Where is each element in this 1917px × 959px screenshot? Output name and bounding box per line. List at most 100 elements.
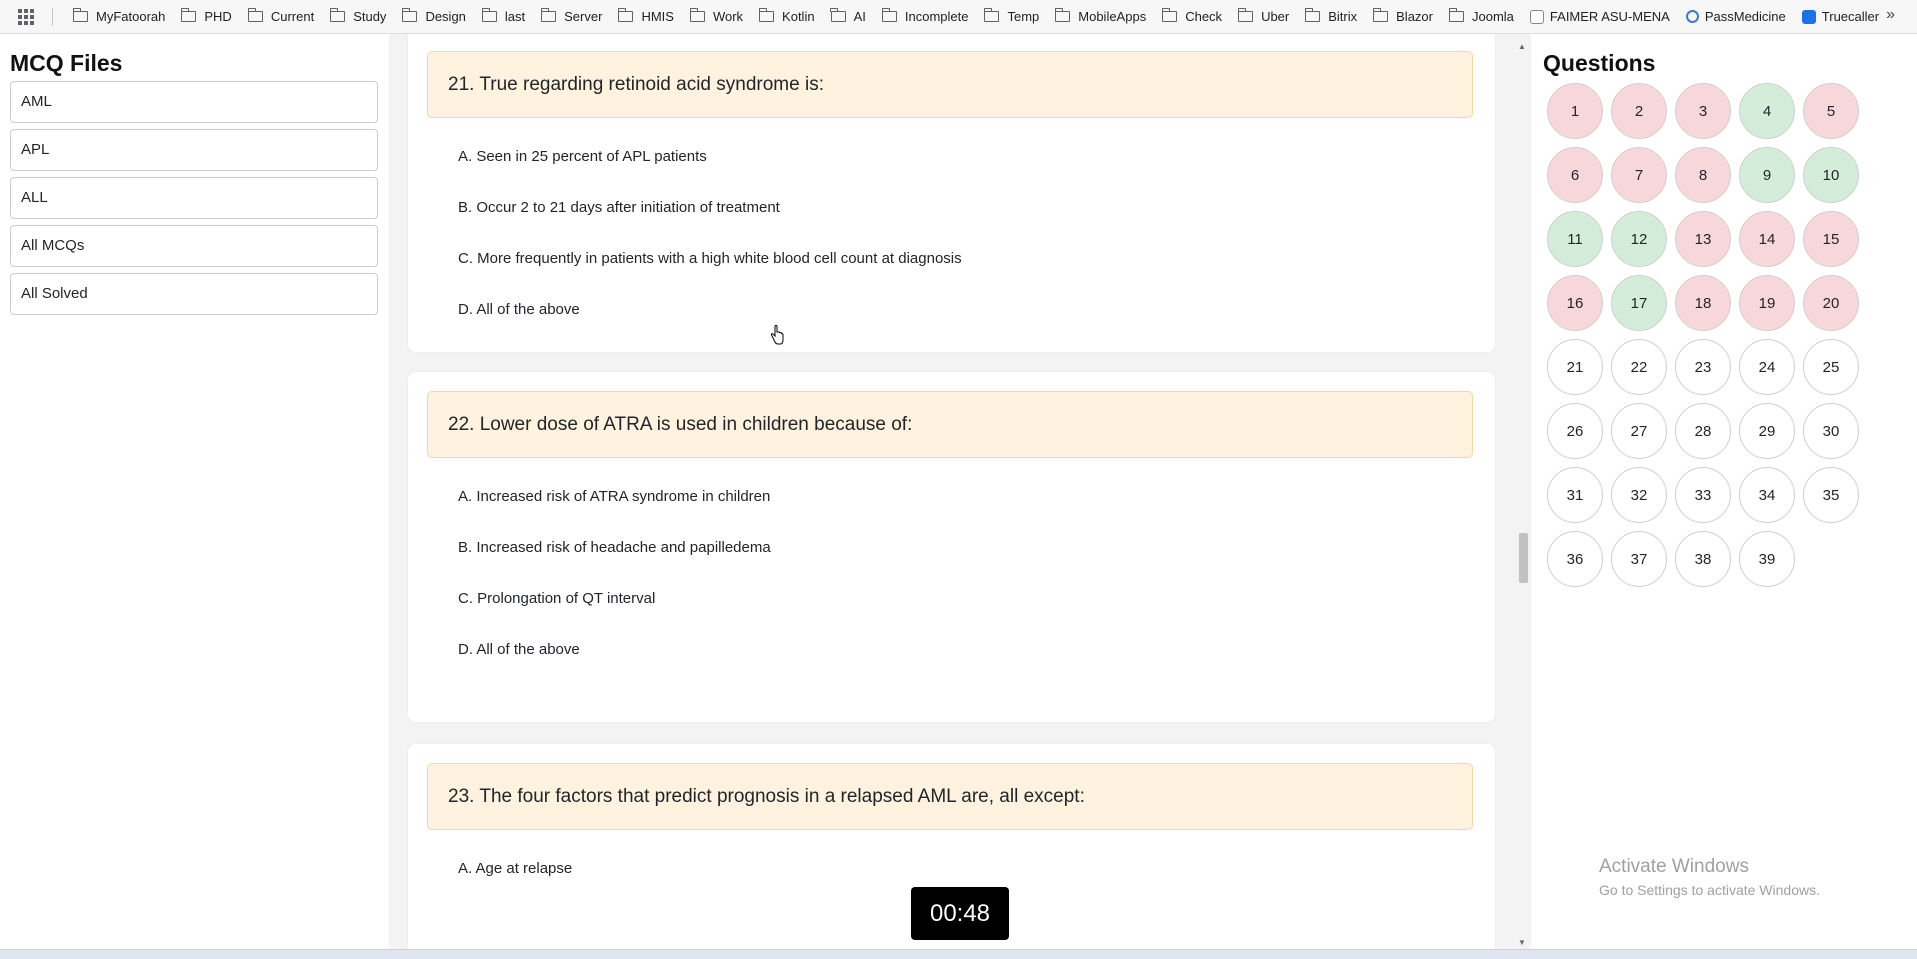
question-number-button[interactable]: 30 (1803, 403, 1859, 459)
bookmark-folder[interactable]: HMIS (610, 4, 682, 30)
file-button[interactable]: APL (10, 129, 378, 171)
question-number-button[interactable]: 37 (1611, 531, 1667, 587)
content-scrollbar[interactable]: ▲ ▼ (1516, 38, 1530, 949)
bookmark-folder[interactable]: Kotlin (751, 4, 823, 30)
question-number-button[interactable]: 12 (1611, 211, 1667, 267)
question-number-button[interactable]: 29 (1739, 403, 1795, 459)
question-number-button[interactable]: 15 (1803, 211, 1859, 267)
bookmark-label: FAIMER ASU-MENA (1549, 9, 1670, 24)
file-button[interactable]: AML (10, 81, 378, 123)
question-number-button[interactable]: 33 (1675, 467, 1731, 523)
bookmark-label: Blazor (1396, 9, 1433, 24)
answer-option[interactable]: B. Increased risk of headache and papill… (458, 539, 771, 556)
question-number-button[interactable]: 39 (1739, 531, 1795, 587)
question-number-button[interactable]: 34 (1739, 467, 1795, 523)
bookmark-folder[interactable]: Check (1154, 4, 1230, 30)
folder-icon (830, 8, 846, 22)
answer-option[interactable]: C. More frequently in patients with a hi… (458, 250, 962, 267)
file-button[interactable]: All Solved (10, 273, 378, 315)
bookmark-label: PHD (204, 9, 232, 24)
scroll-up-arrow-icon[interactable]: ▲ (1518, 42, 1526, 51)
question-number-button[interactable]: 27 (1611, 403, 1667, 459)
question-number-button[interactable]: 5 (1803, 83, 1859, 139)
question-number-button[interactable]: 13 (1675, 211, 1731, 267)
more-bookmarks-button[interactable]: » (1886, 6, 1895, 24)
bookmark-folder[interactable]: Temp (976, 4, 1047, 30)
bookmark-folder[interactable]: Current (240, 4, 322, 30)
bookmark-site[interactable]: Truecaller (1794, 4, 1887, 30)
question-card: 21. True regarding retinoid acid syndrom… (408, 34, 1495, 352)
question-number-button[interactable]: 7 (1611, 147, 1667, 203)
question-number-button[interactable]: 22 (1611, 339, 1667, 395)
bookmark-site[interactable]: FAIMER ASU-MENA (1522, 4, 1678, 30)
bookmark-folder[interactable]: Bitrix (1297, 4, 1365, 30)
question-number-button[interactable]: 21 (1547, 339, 1603, 395)
apps-grid-icon[interactable] (18, 8, 34, 25)
bookmark-folder[interactable]: Study (322, 4, 394, 30)
scroll-thumb[interactable] (1519, 533, 1528, 583)
watermark-title: Activate Windows (1599, 856, 1749, 877)
passmedicine-icon (1685, 10, 1699, 23)
bookmark-folder[interactable]: MobileApps (1047, 4, 1154, 30)
question-list[interactable]: 21. True regarding retinoid acid syndrom… (389, 34, 1520, 949)
folder-icon (181, 8, 197, 22)
question-number-button[interactable]: 3 (1675, 83, 1731, 139)
question-number-button[interactable]: 38 (1675, 531, 1731, 587)
question-number-grid: 1 2 3 4 5 6 7 8 9 10 11 12 13 14 15 16 17 18 19 20 21 22 23 24 2… (1547, 83, 1917, 587)
question-number-button[interactable]: 17 (1611, 275, 1667, 331)
bookmark-label: Uber (1261, 9, 1290, 24)
answer-option[interactable]: B. Occur 2 to 21 days after initiation o… (458, 199, 780, 216)
bookmark-folder[interactable]: Server (533, 4, 610, 30)
question-number-button[interactable]: 16 (1547, 275, 1603, 331)
bookmark-label: PassMedicine (1704, 9, 1786, 24)
question-number-button[interactable]: 8 (1675, 147, 1731, 203)
question-number-button[interactable]: 28 (1675, 403, 1731, 459)
file-button[interactable]: ALL (10, 177, 378, 219)
question-number-button[interactable]: 35 (1803, 467, 1859, 523)
question-number-button[interactable]: 20 (1803, 275, 1859, 331)
bookmarks-bar: MyFatoorah PHD Current Study Design last Serve… (0, 0, 1917, 34)
question-number-button[interactable]: 26 (1547, 403, 1603, 459)
question-number-button[interactable]: 25 (1803, 339, 1859, 395)
bookmark-folder[interactable]: Design (394, 4, 473, 30)
folder-icon (1372, 8, 1389, 22)
bookmark-folder[interactable]: Joomla (1441, 4, 1522, 30)
answer-option[interactable]: D. All of the above (458, 641, 580, 658)
bookmark-folder[interactable]: Work (682, 4, 751, 30)
question-number-button[interactable]: 14 (1739, 211, 1795, 267)
bookmark-site[interactable]: PassMedicine (1678, 4, 1794, 30)
question-number-button[interactable]: 19 (1739, 275, 1795, 331)
answer-option[interactable]: A. Age at relapse (458, 860, 572, 877)
bookmark-folder[interactable]: last (474, 4, 533, 30)
bookmark-label: Current (270, 9, 315, 24)
question-number-button[interactable]: 32 (1611, 467, 1667, 523)
question-number-button[interactable]: 10 (1803, 147, 1859, 203)
question-number-button[interactable]: 24 (1739, 339, 1795, 395)
question-number-button[interactable]: 18 (1675, 275, 1731, 331)
bookmark-folder[interactable]: Incomplete (874, 4, 977, 30)
answer-option[interactable]: A. Seen in 25 percent of APL patients (458, 148, 707, 165)
question-number-button[interactable]: 2 (1611, 83, 1667, 139)
question-number-button[interactable]: 31 (1547, 467, 1603, 523)
question-number-button[interactable]: 6 (1547, 147, 1603, 203)
answer-option[interactable]: A. Increased risk of ATRA syndrome in ch… (458, 488, 770, 505)
folder-icon (1448, 8, 1464, 22)
question-number-button[interactable]: 23 (1675, 339, 1731, 395)
bookmark-folder[interactable]: MyFatoorah (65, 4, 173, 30)
question-number-button[interactable]: 1 (1547, 83, 1603, 139)
question-number-button[interactable]: 11 (1547, 211, 1603, 267)
answer-option[interactable]: C. Prolongation of QT interval (458, 590, 655, 607)
question-number-button[interactable]: 4 (1739, 83, 1795, 139)
bookmark-folder[interactable]: Blazor (1365, 4, 1441, 30)
question-number-button[interactable]: 9 (1739, 147, 1795, 203)
question-number-button[interactable]: 36 (1547, 531, 1603, 587)
file-button[interactable]: All MCQs (10, 225, 378, 267)
bookmark-folder[interactable]: PHD (173, 4, 239, 30)
sidebar-title: MCQ Files (10, 50, 123, 76)
bookmark-folder[interactable]: Uber (1230, 4, 1297, 30)
question-title: 23. The four factors that predict progno… (427, 763, 1473, 830)
taskbar-edge (0, 949, 1917, 959)
answer-option[interactable]: D. All of the above (458, 301, 580, 318)
bookmark-folder[interactable]: AI (823, 4, 874, 30)
scroll-down-arrow-icon[interactable]: ▼ (1518, 938, 1526, 947)
